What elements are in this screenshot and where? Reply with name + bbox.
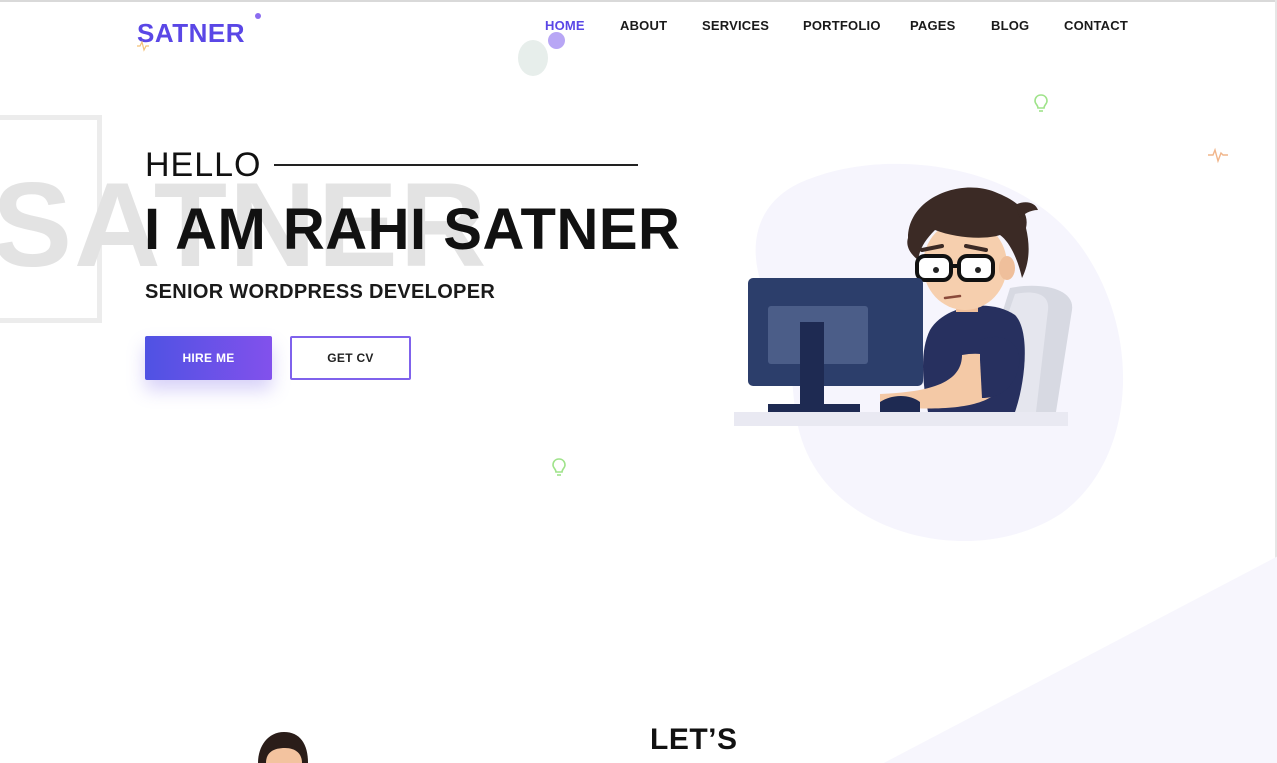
main-navigation: HOME ABOUT SERVICES PORTFOLIO PAGES BLOG…	[0, 18, 1277, 38]
decorative-bubble	[518, 40, 548, 76]
nav-item-pages[interactable]: PAGES	[910, 18, 956, 33]
hero-subtitle: SENIOR WORDPRESS DEVELOPER	[145, 281, 496, 303]
developer-illustration	[734, 187, 1073, 426]
nav-item-services[interactable]: SERVICES	[702, 18, 769, 33]
get-cv-button[interactable]: GET CV	[290, 336, 411, 380]
nav-item-home[interactable]: HOME	[545, 18, 585, 33]
spark-icon	[137, 40, 149, 52]
decorative-bubble	[548, 32, 565, 49]
decorative-corner-shape	[883, 556, 1277, 763]
hero-greeting: HELLO	[145, 146, 262, 184]
hire-me-button[interactable]: HIRE ME	[145, 336, 272, 380]
avatar-illustration	[258, 732, 308, 763]
section-heading: LET’S	[650, 723, 738, 756]
nav-item-portfolio[interactable]: PORTFOLIO	[803, 18, 881, 33]
nav-item-contact[interactable]: CONTACT	[1064, 18, 1128, 33]
pulse-icon	[1208, 147, 1228, 164]
page: SATNER HOME ABOUT SERVICES PORTFOLIO PAG…	[0, 0, 1277, 763]
nav-item-about[interactable]: ABOUT	[620, 18, 667, 33]
nav-item-blog[interactable]: BLOG	[991, 18, 1029, 33]
lightbulb-icon	[1034, 94, 1048, 112]
lightbulb-icon	[552, 458, 566, 476]
top-border	[0, 0, 1277, 2]
hero-headline: I AM RAHI SATNER	[144, 197, 681, 262]
greeting-divider	[274, 164, 638, 166]
